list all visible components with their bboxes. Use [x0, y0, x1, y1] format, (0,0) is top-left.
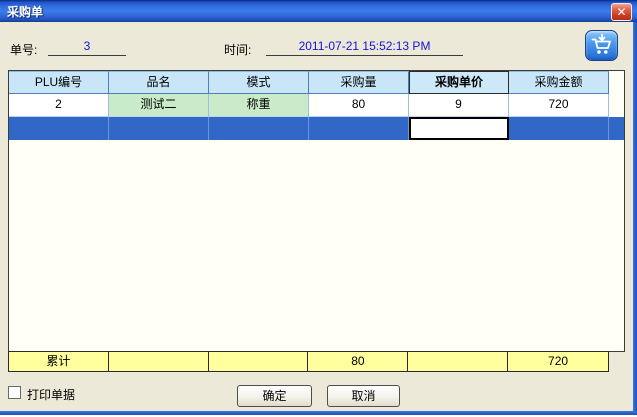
selected-cell-amount [509, 117, 609, 140]
total-empty-price [408, 352, 508, 371]
selected-empty-row[interactable] [9, 117, 624, 140]
column-header-unit-price-selected[interactable]: 采购单价 [409, 71, 509, 94]
cell-name[interactable]: 测试二 [109, 94, 209, 117]
unit-price-edit-cell[interactable] [409, 117, 509, 140]
total-label: 累计 [9, 352, 109, 371]
purchase-order-dialog: 采购单 ✕ 单号: 3 时间: 2011-07-21 15:52:13 PM P… [0, 0, 637, 417]
selected-cell-name [109, 117, 209, 140]
total-empty-name [109, 352, 209, 371]
cell-qty[interactable]: 80 [309, 94, 409, 117]
cell-plu[interactable]: 2 [9, 94, 109, 117]
total-empty-mode [209, 352, 309, 371]
order-no-field: 3 [48, 39, 126, 56]
cell-unit-price[interactable]: 9 [409, 94, 509, 117]
column-header-qty[interactable]: 采购量 [309, 71, 409, 94]
print-receipt-checkbox[interactable] [8, 386, 21, 399]
total-amount: 720 [508, 352, 608, 371]
order-no-label: 单号: [10, 41, 37, 58]
grid-header-row: PLU编号 品名 模式 采购量 采购单价 采购金额 [9, 71, 624, 94]
ok-button[interactable]: 确定 [237, 385, 312, 407]
time-field: 2011-07-21 15:52:13 PM [266, 39, 463, 56]
shopping-cart-icon [589, 32, 615, 59]
column-header-mode[interactable]: 模式 [209, 71, 309, 94]
cell-amount[interactable]: 720 [509, 94, 609, 117]
print-receipt-label: 打印单据 [27, 386, 75, 403]
cart-button[interactable] [585, 30, 618, 61]
column-header-amount[interactable]: 采购金额 [509, 71, 609, 94]
cell-mode[interactable]: 称重 [209, 94, 309, 117]
time-label: 时间: [224, 41, 251, 58]
window-border-right [633, 22, 637, 415]
table-row: 2 测试二 称重 80 9 720 [9, 94, 624, 117]
purchase-grid: PLU编号 品名 模式 采购量 采购单价 采购金额 2 测试二 称重 80 9 … [8, 70, 625, 352]
close-button[interactable]: ✕ [611, 3, 632, 21]
selected-cell-plu [9, 117, 109, 140]
column-header-plu[interactable]: PLU编号 [9, 71, 109, 94]
title-bar[interactable]: 采购单 [0, 0, 637, 22]
cancel-button[interactable]: 取消 [327, 385, 400, 407]
selected-cell-qty [309, 117, 409, 140]
column-header-name[interactable]: 品名 [109, 71, 209, 94]
total-qty: 80 [308, 352, 408, 371]
close-icon: ✕ [616, 6, 626, 18]
window-title: 采购单 [7, 3, 43, 20]
selected-cell-mode [209, 117, 309, 140]
total-row: 累计 80 720 [8, 351, 609, 372]
